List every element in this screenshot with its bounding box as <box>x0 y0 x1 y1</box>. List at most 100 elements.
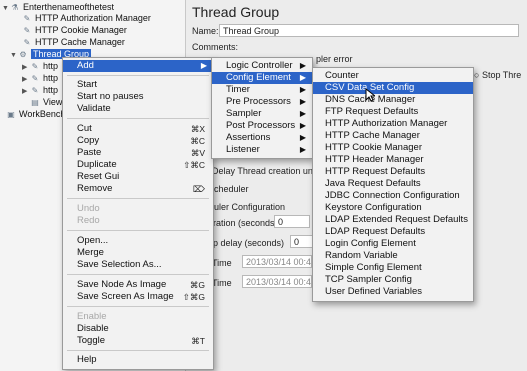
delay-thread-checkbox[interactable]: Delay Thread creation unt <box>212 166 315 176</box>
menu-item-disable[interactable]: Disable <box>63 323 213 335</box>
submenu-arrow-icon: ▶ <box>299 61 306 70</box>
end-time-label: Time <box>212 278 232 288</box>
menu-item-listener[interactable]: Listener ▶ <box>212 144 312 156</box>
comments-label: Comments: <box>192 42 239 52</box>
menu-item-label: Start no pauses <box>77 91 144 102</box>
menu-item-reset-gui[interactable]: Reset Gui <box>63 171 213 183</box>
collapse-arrow-icon[interactable]: ▼ <box>2 3 10 15</box>
menu-item-label: Save Screen As Image <box>77 291 174 302</box>
tree-child-label: View <box>43 97 63 107</box>
menu-item-user-defined-variables[interactable]: User Defined Variables <box>313 286 473 298</box>
menu-item-label: Reset Gui <box>77 171 120 182</box>
startup-delay-label: up delay (seconds) <box>208 238 285 248</box>
menu-separator <box>67 306 209 307</box>
shortcut-label: ⌦ <box>192 184 205 194</box>
end-time-field[interactable]: 2013/03/14 00:44 <box>242 275 312 288</box>
name-label: Name: <box>192 26 219 36</box>
menu-item-label: Save Node As Image <box>77 279 167 290</box>
menu-item-random-variable[interactable]: Random Variable <box>313 250 473 262</box>
menu-item-http-cache-manager[interactable]: HTTP Cache Manager <box>313 130 473 142</box>
menu-item-label: Logic Controller <box>226 60 293 71</box>
menu-item-label: Validate <box>77 103 111 114</box>
menu-item-ldap-extended-request-defaults[interactable]: LDAP Extended Request Defaults <box>313 214 473 226</box>
menu-item-copy[interactable]: Copy ⌘C <box>63 135 213 147</box>
menu-item-cut[interactable]: Cut ⌘X <box>63 123 213 135</box>
menu-item-open[interactable]: Open... <box>63 235 213 247</box>
menu-item-config-element[interactable]: Config Element ▶ <box>212 72 312 84</box>
page-title: Thread Group <box>192 4 280 20</box>
menu-item-simple-config-element[interactable]: Simple Config Element <box>313 262 473 274</box>
menu-item-toggle[interactable]: Toggle ⌘T <box>63 335 213 347</box>
menu-item-duplicate[interactable]: Duplicate ⇧⌘C <box>63 159 213 171</box>
menu-item-login-config-element[interactable]: Login Config Element <box>313 238 473 250</box>
menu-item-label: Simple Config Element <box>325 262 422 273</box>
stop-thread-label: Stop Thre <box>481 70 522 80</box>
menu-item-keystore-configuration[interactable]: Keystore Configuration <box>313 202 473 214</box>
menu-item-counter[interactable]: Counter <box>313 70 473 82</box>
menu-item-label: Paste <box>77 147 102 158</box>
menu-item-post-processors[interactable]: Post Processors ▶ <box>212 120 312 132</box>
tree-item-cache-manager[interactable]: ✎ HTTP Cache Manager <box>22 36 125 48</box>
duration-label: uration (seconds) <box>208 218 278 228</box>
menu-item-java-request-defaults[interactable]: Java Request Defaults <box>313 178 473 190</box>
menu-item-label: Cut <box>77 123 92 134</box>
tree-child-3[interactable]: ▶ ✎ http <box>22 84 58 96</box>
menu-item-timer[interactable]: Timer ▶ <box>212 84 312 96</box>
menu-item-label: JDBC Connection Configuration <box>325 190 460 201</box>
config-element-submenu: Counter CSV Data Set Config DNS Cache Ma… <box>312 67 474 302</box>
menu-item-start[interactable]: Start <box>63 79 213 91</box>
name-field[interactable]: Thread Group <box>219 24 519 37</box>
shortcut-label: ⌘X <box>190 124 205 134</box>
menu-separator <box>67 198 209 199</box>
menu-item-remove[interactable]: Remove ⌦ <box>63 183 213 195</box>
context-menu: Add ▶ Start Start no pauses Validate Cut ⌘… <box>62 57 214 370</box>
menu-item-enable: Enable <box>63 311 213 323</box>
menu-item-tcp-sampler-config[interactable]: TCP Sampler Config <box>313 274 473 286</box>
menu-item-add[interactable]: Add ▶ <box>63 60 213 72</box>
tree-item-workbench[interactable]: ▣ WorkBench <box>6 108 65 120</box>
menu-item-ftp-request-defaults[interactable]: FTP Request Defaults <box>313 106 473 118</box>
menu-item-label: FTP Request Defaults <box>325 106 419 117</box>
menu-item-dns-cache-manager[interactable]: DNS Cache Manager <box>313 94 473 106</box>
menu-item-ldap-request-defaults[interactable]: LDAP Request Defaults <box>313 226 473 238</box>
tree-root-label: Enterthenameofthetest <box>23 2 115 12</box>
start-time-field[interactable]: 2013/03/14 00:44 <box>242 255 312 268</box>
menu-item-validate[interactable]: Validate <box>63 103 213 115</box>
sampler-error-label: pler error <box>316 54 353 64</box>
menu-item-label: Help <box>77 354 97 365</box>
menu-item-http-cookie-manager[interactable]: HTTP Cookie Manager <box>313 142 473 154</box>
scheduler-checkbox[interactable]: Scheduler <box>208 184 249 194</box>
menu-item-http-request-defaults[interactable]: HTTP Request Defaults <box>313 166 473 178</box>
menu-item-label: Undo <box>77 203 100 214</box>
tree-item-auth-manager[interactable]: ✎ HTTP Authorization Manager <box>22 12 151 24</box>
menu-item-label: HTTP Cache Manager <box>325 130 420 141</box>
menu-item-pre-processors[interactable]: Pre Processors ▶ <box>212 96 312 108</box>
tree-child-2[interactable]: ▶ ✎ http <box>22 72 58 84</box>
submenu-arrow-icon: ▶ <box>299 145 306 154</box>
menu-item-csv-data-set-config[interactable]: CSV Data Set Config <box>313 82 473 94</box>
duration-field[interactable]: 0 <box>274 215 310 228</box>
submenu-arrow-icon: ▶ <box>200 61 207 70</box>
menu-item-start-no-pauses[interactable]: Start no pauses <box>63 91 213 103</box>
tree-item-cookie-manager[interactable]: ✎ HTTP Cookie Manager <box>22 24 127 36</box>
tree-child-4[interactable]: ▤ View <box>30 96 62 108</box>
shortcut-label: ⇧⌘C <box>183 160 205 170</box>
menu-item-save-node-image[interactable]: Save Node As Image ⌘G <box>63 279 213 291</box>
menu-item-http-authorization-manager[interactable]: HTTP Authorization Manager <box>313 118 473 130</box>
stop-thread-radio[interactable]: ○ Stop Thre <box>474 70 521 80</box>
menu-item-logic-controller[interactable]: Logic Controller ▶ <box>212 60 312 72</box>
menu-item-http-header-manager[interactable]: HTTP Header Manager <box>313 154 473 166</box>
menu-item-jdbc-connection-configuration[interactable]: JDBC Connection Configuration <box>313 190 473 202</box>
menu-item-label: TCP Sampler Config <box>325 274 412 285</box>
menu-item-sampler[interactable]: Sampler ▶ <box>212 108 312 120</box>
menu-item-merge[interactable]: Merge <box>63 247 213 259</box>
menu-item-help[interactable]: Help <box>63 354 213 366</box>
expand-arrow-icon[interactable]: ▶ <box>22 86 30 98</box>
menu-item-label: Listener <box>226 144 260 155</box>
tree-child-1[interactable]: ▶ ✎ http <box>22 60 58 72</box>
menu-item-paste[interactable]: Paste ⌘V <box>63 147 213 159</box>
collapse-arrow-icon[interactable]: ▼ <box>10 50 18 62</box>
menu-item-assertions[interactable]: Assertions ▶ <box>212 132 312 144</box>
menu-item-save-screen-image[interactable]: Save Screen As Image ⇧⌘G <box>63 291 213 303</box>
menu-item-save-selection[interactable]: Save Selection As... <box>63 259 213 271</box>
